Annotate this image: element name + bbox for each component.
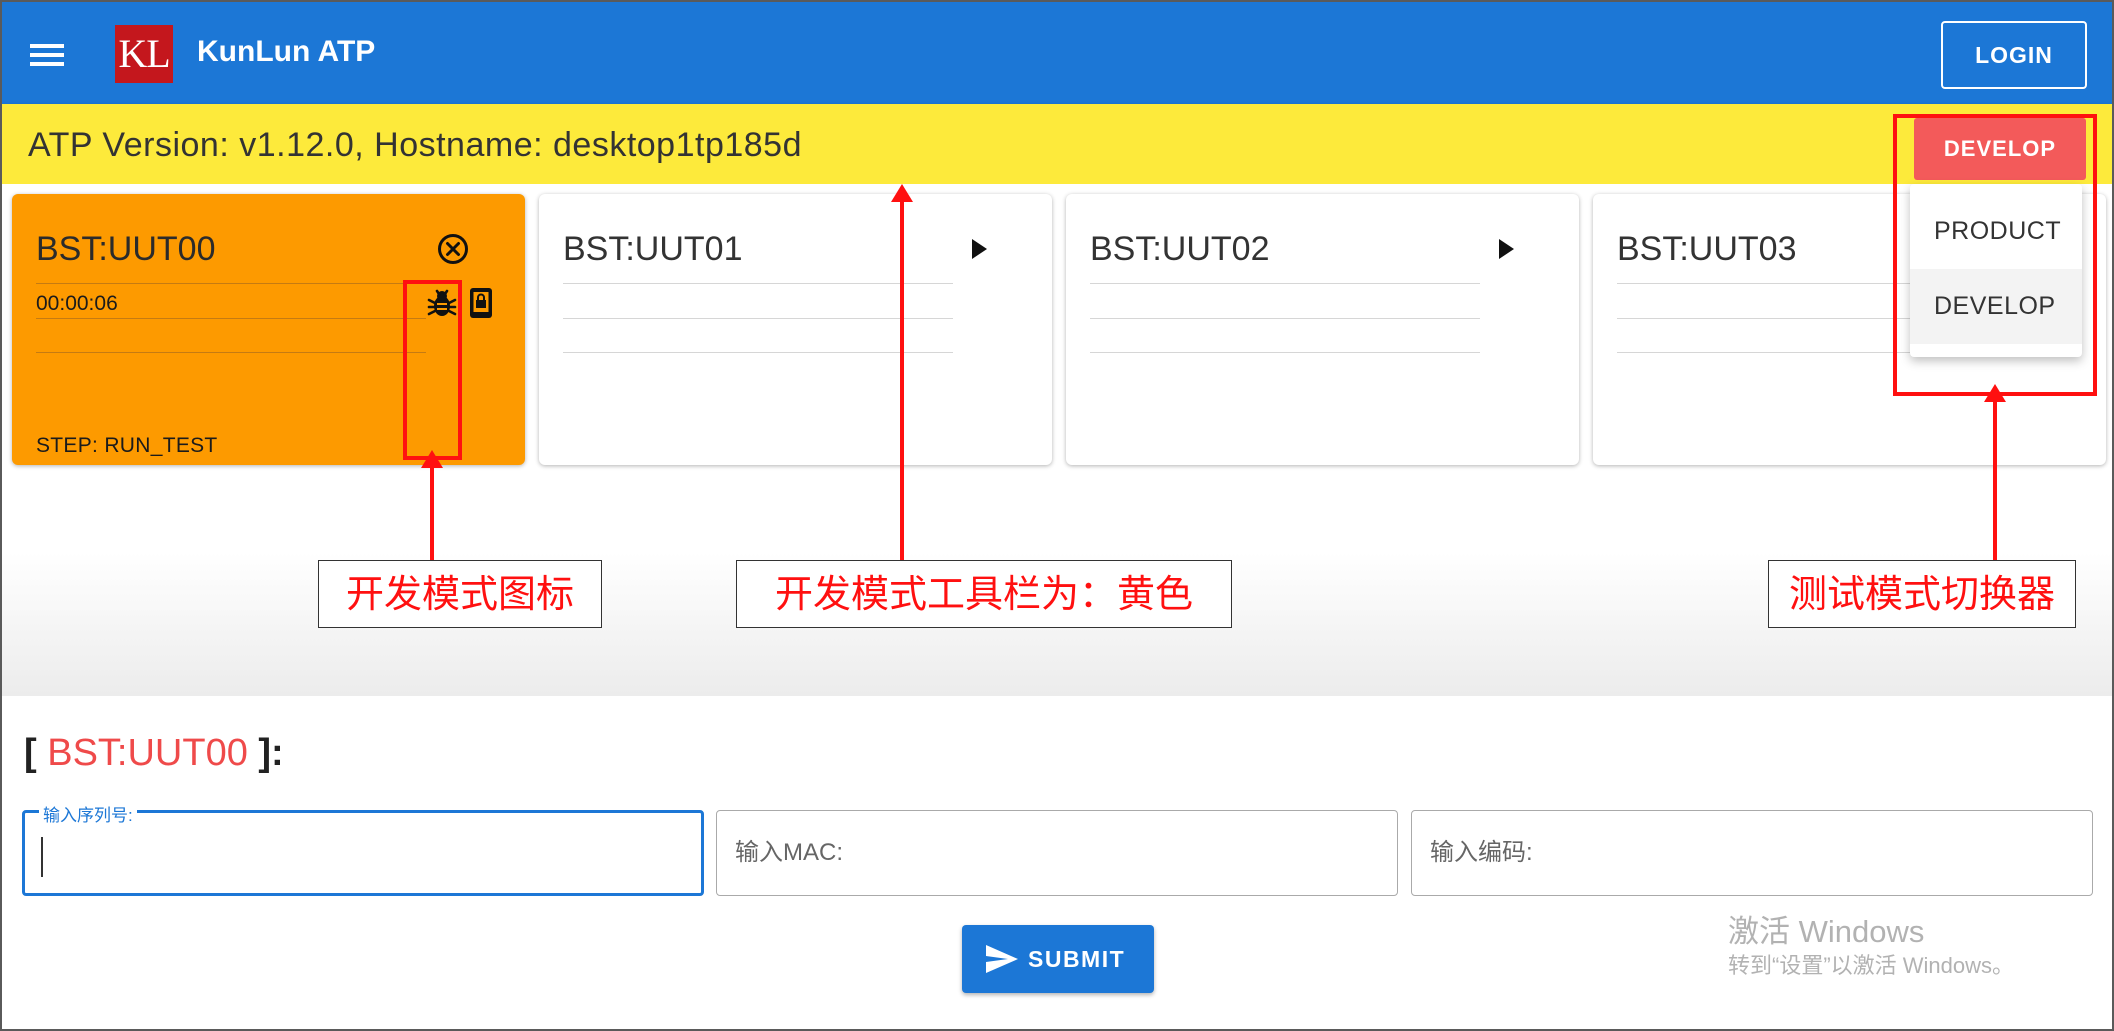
card-divider (36, 283, 426, 284)
windows-activation-title: 激活 Windows (1728, 914, 1925, 949)
annotation-box-dev-icons (403, 280, 462, 460)
send-icon (986, 945, 1018, 973)
annotation-dev-icon-label: 开发模式图标 (318, 560, 602, 628)
play-icon[interactable] (1494, 236, 1518, 262)
uut-card-title: BST:UUT02 (1090, 230, 1270, 268)
heading-close-bracket: ]: (258, 732, 284, 774)
serial-number-input[interactable] (25, 813, 701, 893)
submit-button[interactable]: SUBMIT (962, 925, 1154, 993)
submit-label: SUBMIT (1028, 946, 1126, 972)
uut-card-timer: 00:00:06 (36, 292, 118, 315)
card-divider (1090, 283, 1480, 284)
app-bar: KL KunLun ATP LOGIN (2, 2, 2112, 104)
play-icon[interactable] (967, 236, 991, 262)
serial-number-field[interactable]: 输入序列号: (22, 801, 704, 896)
heading-open-bracket: [ (24, 732, 37, 774)
card-divider (563, 318, 953, 319)
selected-unit-heading: [ BST:UUT00 ]: (24, 732, 284, 775)
close-circle-icon[interactable] (436, 232, 470, 266)
menu-icon[interactable] (30, 44, 64, 66)
annotation-arrow (891, 184, 913, 564)
selected-unit-name: BST:UUT00 (47, 732, 248, 774)
annotation-box-mode-switcher (1893, 114, 2097, 396)
card-divider (563, 283, 953, 284)
app-title: KunLun ATP (197, 35, 376, 68)
card-divider (36, 352, 426, 353)
mac-input[interactable] (717, 811, 1397, 895)
annotation-switcher-label: 测试模式切换器 (1768, 560, 2076, 628)
mac-field[interactable] (716, 810, 1398, 896)
code-input[interactable] (1412, 811, 2092, 895)
uut-card-title: BST:UUT00 (36, 230, 216, 268)
dev-mode-toolbar: ATP Version: v1.12.0, Hostname: desktop1… (2, 104, 2112, 184)
uut-card-title: BST:UUT01 (563, 230, 743, 268)
uut-card-title: BST:UUT03 (1617, 230, 1797, 268)
card-divider (36, 318, 426, 319)
card-divider (1090, 352, 1480, 353)
annotation-toolbar-label: 开发模式工具栏为：黄色 (736, 560, 1232, 628)
card-divider (1090, 318, 1480, 319)
uut-card-2[interactable]: BST:UUT02 (1066, 194, 1579, 465)
annotation-arrow (1984, 384, 2006, 564)
uut-card-1[interactable]: BST:UUT01 (539, 194, 1052, 465)
uut-card-step: STEP: RUN_TEST (36, 434, 218, 457)
code-field[interactable] (1411, 810, 2093, 896)
version-info: ATP Version: v1.12.0, Hostname: desktop1… (28, 126, 802, 164)
card-divider (563, 352, 953, 353)
annotation-arrow (421, 450, 443, 564)
login-button[interactable]: LOGIN (1941, 21, 2087, 89)
app-logo: KL (115, 25, 173, 83)
app-window: KL KunLun ATP LOGIN ATP Version: v1.12.0… (0, 0, 2114, 1031)
windows-activation-subtitle: 转到“设置”以激活 Windows。 (1728, 953, 2015, 978)
lock-device-icon (470, 288, 492, 318)
